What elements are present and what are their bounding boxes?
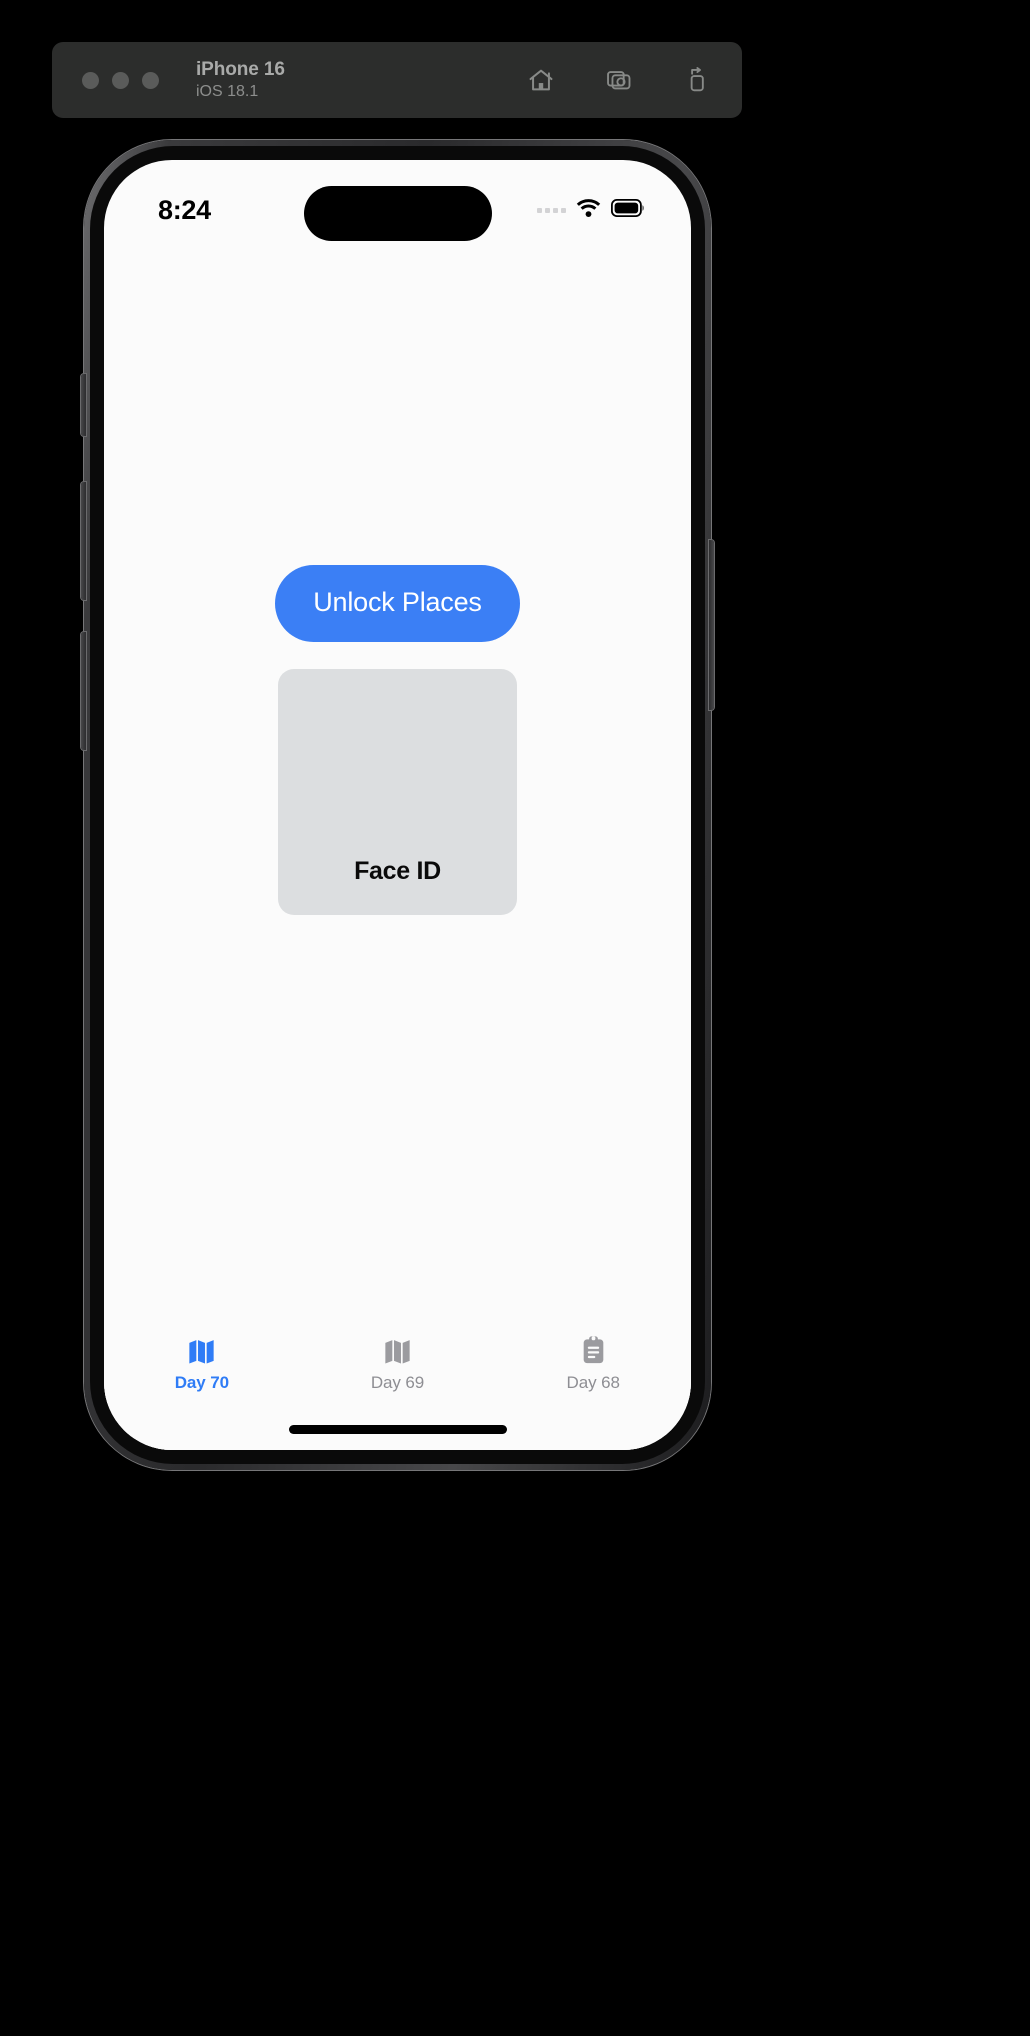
volume-up-button[interactable] [81, 482, 86, 600]
tab-day-68[interactable]: Day 68 [495, 1334, 691, 1393]
home-indicator[interactable] [288, 1425, 507, 1434]
status-bar-indicators [537, 198, 645, 223]
tab-day-69[interactable]: Day 69 [300, 1334, 496, 1393]
simulator-toolbar-actions [526, 65, 712, 95]
minimize-button[interactable] [112, 71, 129, 89]
unlock-places-button[interactable]: Unlock Places [275, 565, 520, 642]
rotate-device-icon [683, 66, 711, 94]
tab-label-day-70: Day 70 [174, 1373, 229, 1392]
home-button[interactable] [526, 65, 556, 95]
simulator-titlebar: iPhone 16 iOS 18.1 [52, 42, 742, 118]
dynamic-island [303, 186, 492, 241]
unlock-section: Unlock Places Face ID [104, 565, 691, 915]
app-content: Unlock Places Face ID Day 70 Day 69 Day … [104, 255, 691, 1450]
cellular-signal-icon [537, 208, 566, 213]
tab-label-day-68: Day 68 [566, 1373, 620, 1392]
action-button[interactable] [81, 374, 86, 436]
tab-day-70[interactable]: Day 70 [104, 1334, 300, 1393]
faceid-card-label: Face ID [354, 857, 441, 885]
battery-icon [610, 198, 645, 222]
power-button[interactable] [709, 540, 714, 710]
os-version: iOS 18.1 [196, 82, 259, 100]
clipboard-icon [578, 1334, 609, 1367]
rotate-device-button[interactable] [682, 65, 712, 95]
wifi-icon [575, 198, 602, 223]
device-screen: 8:24 Unlock Places Face ID Day 70 Day 69… [104, 160, 691, 1450]
faceid-card[interactable]: Face ID [278, 669, 517, 915]
status-bar: 8:24 [104, 160, 691, 255]
volume-down-button[interactable] [81, 632, 86, 750]
status-bar-time: 8:24 [158, 195, 211, 225]
map-icon [186, 1334, 217, 1367]
screenshot-icon [605, 66, 633, 94]
zoom-button[interactable] [142, 71, 159, 89]
iphone-device-frame: 8:24 Unlock Places Face ID Day 70 Day 69… [81, 140, 714, 1470]
close-button[interactable] [82, 71, 99, 89]
home-icon [527, 66, 555, 94]
simulator-title-block: iPhone 16 iOS 18.1 [196, 59, 285, 100]
device-name: iPhone 16 [196, 59, 285, 81]
window-controls [82, 71, 159, 89]
screenshot-button[interactable] [604, 65, 634, 95]
tab-label-day-69: Day 69 [370, 1373, 425, 1392]
map-icon [382, 1334, 413, 1367]
